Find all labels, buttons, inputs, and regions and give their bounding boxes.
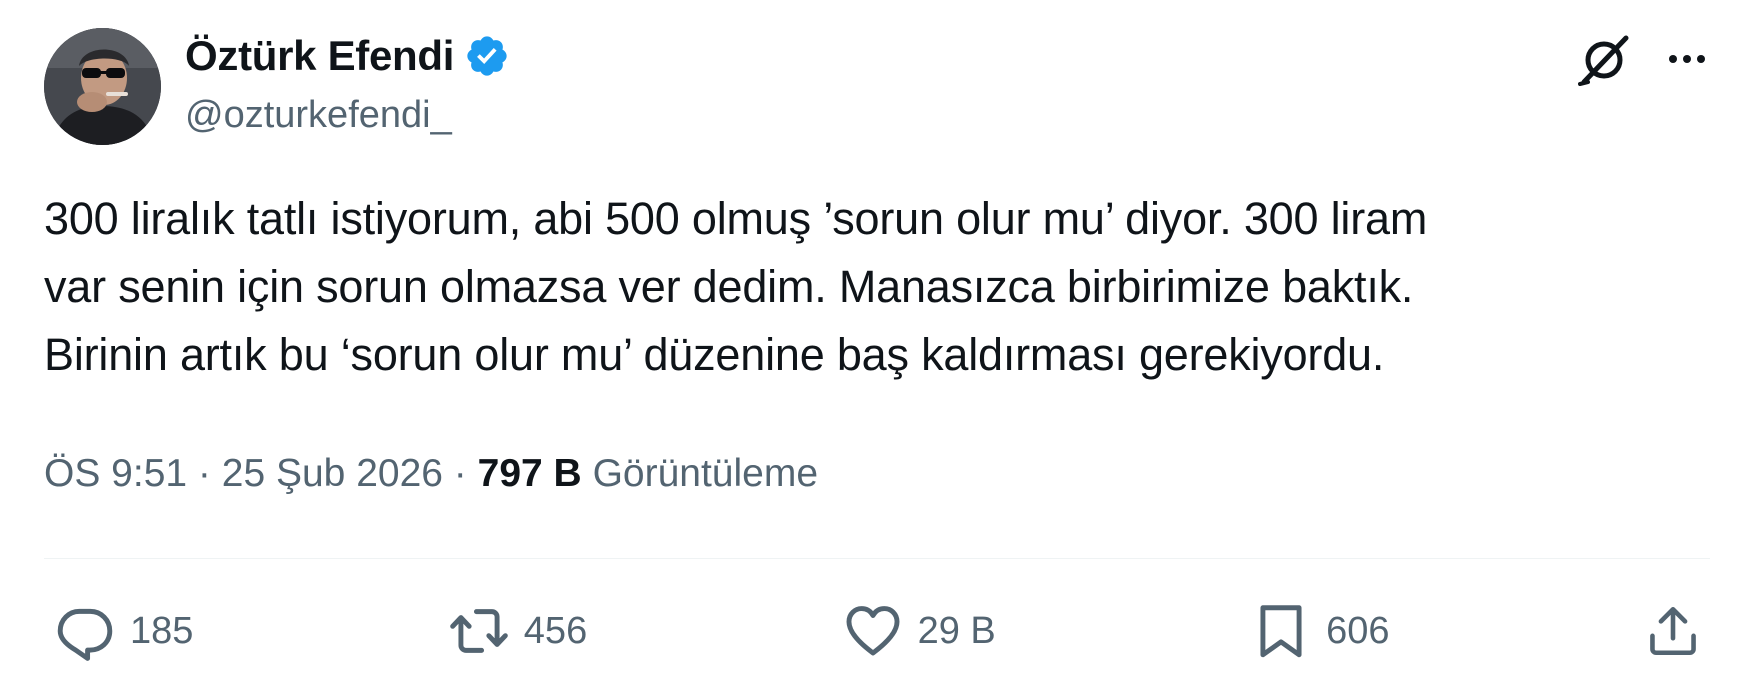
reply-icon xyxy=(54,600,116,662)
repost-icon xyxy=(448,600,510,662)
tweet-header: Öztürk Efendi @ozturkefendi_ xyxy=(44,28,1710,148)
header-actions xyxy=(1576,30,1710,88)
display-name[interactable]: Öztürk Efendi xyxy=(185,32,454,80)
heart-icon xyxy=(842,600,904,662)
person-with-sunglasses-avatar xyxy=(44,28,161,145)
user-handle[interactable]: @ozturkefendi_ xyxy=(185,94,510,137)
share-button[interactable] xyxy=(1644,602,1702,660)
like-count: 29 B xyxy=(917,609,996,652)
tweet-actions: 185 456 29 B 606 xyxy=(54,596,1702,666)
repost-button[interactable]: 456 xyxy=(448,600,587,662)
tweet-date[interactable]: 25 Şub 2026 xyxy=(222,452,443,495)
share-icon xyxy=(1644,602,1702,660)
reply-count: 185 xyxy=(130,609,194,652)
grok-icon[interactable] xyxy=(1576,30,1634,88)
bookmark-button[interactable]: 606 xyxy=(1250,600,1390,662)
tweet-text: 300 liralık tatlı istiyorum, abi 500 olm… xyxy=(44,185,1714,389)
more-options-icon[interactable] xyxy=(1664,36,1710,82)
tweet-meta: ÖS 9:51 · 25 Şub 2026 · 797 B Görüntülem… xyxy=(44,452,818,496)
verified-badge-icon[interactable] xyxy=(464,33,510,79)
meta-separator: · xyxy=(442,452,478,495)
divider xyxy=(44,558,1710,559)
meta-separator: · xyxy=(187,452,222,495)
avatar[interactable] xyxy=(44,28,161,145)
tweet-text-line: 300 liralık tatlı istiyorum, abi 500 olm… xyxy=(44,193,1428,244)
tweet-text-line: var senin için sorun olmazsa ver dedim. … xyxy=(44,261,1414,312)
bookmark-icon xyxy=(1250,600,1312,662)
bookmark-count: 606 xyxy=(1326,609,1390,652)
views-count: 797 B xyxy=(477,452,582,495)
like-button[interactable]: 29 B xyxy=(842,600,996,662)
author-info: Öztürk Efendi @ozturkefendi_ xyxy=(185,28,510,137)
tweet-card: Öztürk Efendi @ozturkefendi_ 300 liralık… xyxy=(0,0,1750,676)
repost-count: 456 xyxy=(523,609,588,652)
name-row: Öztürk Efendi xyxy=(185,28,510,84)
reply-button[interactable]: 185 xyxy=(54,600,193,662)
views-label: Görüntüleme xyxy=(592,452,819,495)
tweet-text-line: Birinin artık bu ‘sorun olur mu’ düzenin… xyxy=(44,329,1385,380)
tweet-time[interactable]: ÖS 9:51 xyxy=(44,452,187,495)
